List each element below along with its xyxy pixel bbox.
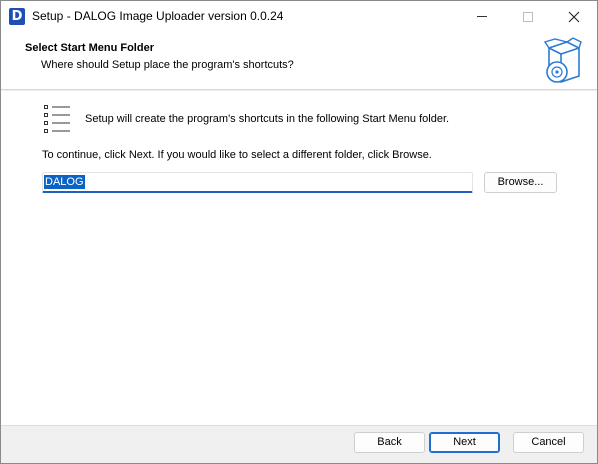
setup-window: D Setup - DALOG Image Uploader version 0… [0, 0, 598, 464]
browse-button[interactable]: Browse... [484, 172, 557, 193]
title-bar: D Setup - DALOG Image Uploader version 0… [1, 1, 597, 32]
software-box-disc-icon [543, 37, 582, 83]
folder-input-value: DALOG [44, 175, 85, 189]
back-button[interactable]: Back [354, 432, 425, 453]
maximize-button[interactable] [505, 1, 551, 32]
next-button[interactable]: Next [429, 432, 500, 453]
maximize-icon [523, 11, 533, 22]
page-subtitle: Where should Setup place the program's s… [41, 59, 294, 71]
start-menu-folder-input[interactable]: DALOG [42, 172, 473, 193]
wizard-body: Setup will create the program's shortcut… [1, 91, 597, 425]
instruction-text: To continue, click Next. If you would li… [42, 149, 432, 161]
app-logo-icon: D [9, 8, 25, 25]
close-icon [568, 11, 580, 22]
wizard-header: Select Start Menu Folder Where should Se… [1, 32, 597, 90]
page-title: Select Start Menu Folder [25, 42, 154, 54]
cancel-button[interactable]: Cancel [513, 432, 584, 453]
list-icon [44, 105, 70, 133]
info-text: Setup will create the program's shortcut… [85, 113, 450, 125]
window-title: Setup - DALOG Image Uploader version 0.0… [32, 9, 284, 23]
minimize-icon [477, 16, 487, 17]
close-button[interactable] [551, 1, 597, 32]
minimize-button[interactable] [459, 1, 505, 32]
wizard-footer: Back Next Cancel [1, 425, 597, 463]
